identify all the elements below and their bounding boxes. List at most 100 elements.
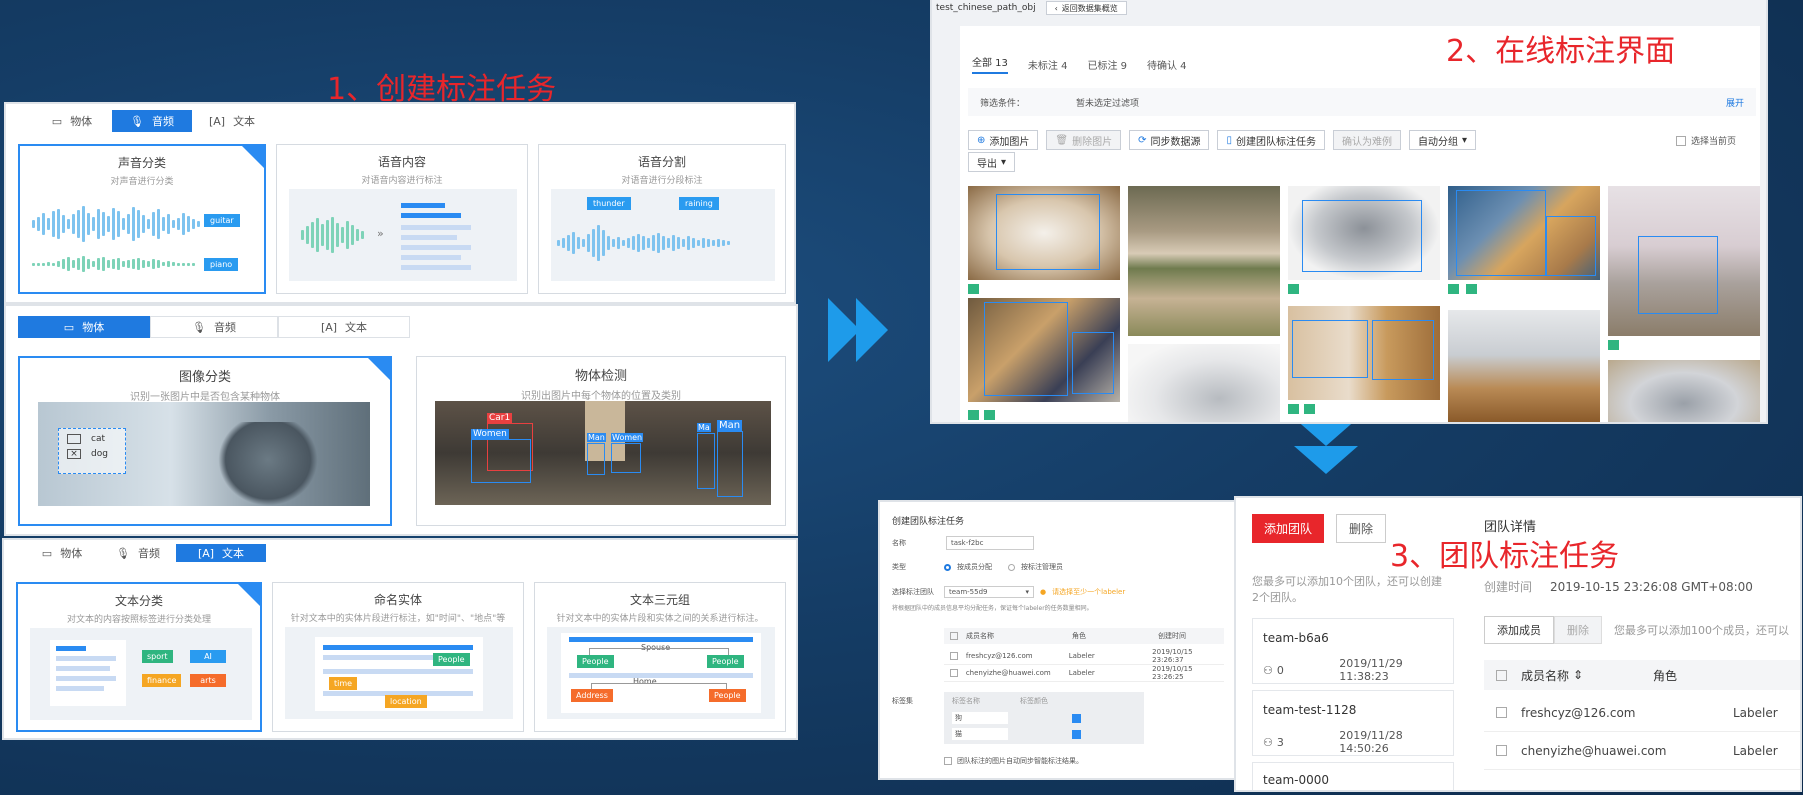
tag-cat	[1466, 284, 1477, 294]
radio-icon[interactable]	[944, 563, 951, 571]
tag-cat	[968, 284, 979, 294]
member-role: Labeler	[1068, 652, 1095, 660]
tab-object[interactable]: ▭ 物体	[24, 544, 100, 562]
tab-object[interactable]: ▭ 物体	[18, 316, 150, 338]
row-checkbox[interactable]	[1496, 707, 1507, 718]
card-text-triplet[interactable]: 文本三元组 针对文本中的实体片段和实体之间的关系进行标注。 Spouse Peo…	[534, 582, 786, 732]
tab-text[interactable]: [A] 文本	[176, 544, 266, 562]
delete-member-button[interactable]: 删除	[1554, 616, 1602, 644]
add-member-button[interactable]: 添加成员	[1484, 616, 1554, 644]
color-swatch[interactable]	[1072, 713, 1081, 723]
checkbox-icon[interactable]: ×	[67, 449, 81, 459]
audio-task-panel: ▭ 物体 🎙 音频 [A] 文本 声音分类 对声音进行分类 guitar piano …	[6, 104, 794, 302]
card-speech-segmentation[interactable]: 语音分割 对语音进行分段标注 thunder raining	[538, 144, 786, 294]
mic-icon: 🎙	[192, 320, 206, 334]
tab-to-confirm[interactable]: 待确认 4	[1147, 57, 1187, 72]
select-page-checkbox[interactable]	[1676, 135, 1686, 146]
image-thumb[interactable]	[968, 298, 1120, 402]
waveform-green	[32, 252, 195, 276]
row-checkbox[interactable]	[950, 669, 958, 677]
card-speech-content[interactable]: 语音内容 对语音内容进行标注 »	[276, 144, 528, 294]
filter-bar: 筛选条件： 暂未选定过滤项 展开	[968, 88, 1756, 116]
image-thumb[interactable]	[1608, 360, 1760, 422]
ner-preview: People time location	[285, 627, 513, 719]
card-title: 语音分割	[637, 155, 686, 169]
caret-down-icon: ▾	[1025, 588, 1029, 596]
chip-arts: arts	[190, 674, 226, 687]
card-sound-classification[interactable]: 声音分类 对声音进行分类 guitar piano	[18, 144, 266, 294]
tab-audio[interactable]: 🎙 音频	[100, 544, 176, 562]
export-dropdown[interactable]: 导出 ▾	[968, 152, 1016, 172]
team-card[interactable]: team-0000	[1252, 762, 1454, 790]
image-thumb[interactable]	[1288, 306, 1440, 400]
form-title: 创建团队标注任务	[892, 517, 965, 527]
sync-source-button[interactable]: ⟳ 同步数据源	[1129, 130, 1210, 150]
dataset-name: test_chinese_path_obj	[936, 3, 1036, 13]
name-input[interactable]: task-f2bc	[946, 536, 1034, 550]
image-thumb[interactable]	[1128, 344, 1280, 422]
tab-all[interactable]: 全部 13	[972, 54, 1008, 74]
member-table-header: 成员名称 ⇕ 角色	[1484, 660, 1800, 690]
tab-object[interactable]: ▭ 物体	[32, 110, 112, 132]
add-image-button[interactable]: ⊕ 添加图片	[968, 130, 1039, 150]
team-member-count: 3	[1276, 735, 1284, 749]
confirm-hard-button[interactable]: 确认为难例	[1333, 130, 1401, 150]
image-thumb[interactable]	[1448, 310, 1600, 422]
image-thumb[interactable]	[1608, 186, 1760, 336]
delete-image-button[interactable]: 🗑 删除图片	[1046, 130, 1122, 150]
radio-icon[interactable]	[1008, 563, 1015, 571]
arrow-down-icon	[1294, 418, 1358, 446]
team-card[interactable]: team-test-1128 ⚇ 3 2019/11/28 14:50:26	[1252, 690, 1454, 756]
team-card[interactable]: team-b6a6 ⚇ 0 2019/11/29 11:38:23	[1252, 618, 1454, 684]
tab-audio[interactable]: 🎙 音频	[150, 316, 278, 338]
card-title: 图像分类	[178, 370, 231, 385]
chip-location: location	[385, 695, 427, 708]
tag-dog	[1608, 340, 1619, 350]
member-hint: 您最多可以添加100个成员，还可以	[1614, 624, 1789, 637]
label-piano: piano	[204, 258, 239, 271]
image-thumb[interactable]	[968, 186, 1120, 280]
image-thumb[interactable]	[1288, 186, 1440, 280]
chip-people: People	[433, 653, 470, 666]
card-title: 物体检测	[574, 369, 627, 384]
text-icon: [A]	[320, 320, 338, 334]
tab-unlabeled[interactable]: 未标注 4	[1028, 57, 1068, 72]
add-team-button[interactable]: 添加团队	[1252, 514, 1325, 543]
member-role: Labeler	[1068, 669, 1095, 677]
tag-dog	[1288, 404, 1299, 414]
card-image-classification[interactable]: 图像分类 识别一张图片中是否包含某种物体 cat × dog	[18, 356, 392, 526]
team-member-count: 0	[1276, 663, 1284, 677]
checkbox-icon[interactable]	[67, 434, 81, 444]
option-box: cat × dog	[58, 428, 126, 474]
create-team-task-button[interactable]: ▯ 创建团队标注任务	[1217, 130, 1325, 150]
image-icon: ▭	[51, 114, 63, 128]
tab-audio[interactable]: 🎙 音频	[111, 110, 193, 132]
team-name: team-test-1128	[1263, 703, 1357, 717]
image-thumb[interactable]	[1448, 186, 1600, 280]
sync-checkbox[interactable]	[944, 757, 952, 765]
tab-text[interactable]: [A] 文本	[192, 110, 272, 132]
tab-text[interactable]: [A] 文本	[278, 316, 410, 338]
sort-icon[interactable]: ⇕	[1573, 668, 1653, 682]
expand-link[interactable]: 展开	[1726, 96, 1744, 109]
select-all-checkbox[interactable]	[950, 632, 958, 640]
tab-labeled[interactable]: 已标注 9	[1087, 57, 1127, 72]
row-checkbox[interactable]	[1496, 745, 1507, 756]
row-checkbox[interactable]	[950, 652, 958, 660]
sync-icon: ⟳	[1138, 134, 1147, 146]
sync-checkbox-label: 团队标注的图片自动同步智能标注结果。	[957, 757, 1083, 765]
image-thumb[interactable]	[1128, 186, 1280, 336]
team-select[interactable]: team-55d9 ▾	[944, 586, 1034, 598]
card-named-entity[interactable]: 命名实体 针对文本中的实体片段进行标注，如"时间"、"地点"等 People t…	[272, 582, 524, 732]
color-swatch[interactable]	[1072, 729, 1081, 739]
back-button[interactable]: ‹ 返回数据集概览	[1045, 1, 1127, 15]
auto-group-dropdown[interactable]: 自动分组 ▾	[1409, 130, 1477, 150]
text-task-panel: ▭ 物体 🎙 音频 [A] 文本 文本分类 对文本的内容按照标签进行分类处理 spor…	[4, 540, 796, 738]
select-all-checkbox[interactable]	[1496, 669, 1507, 681]
tab-audio-label: 音频	[137, 547, 160, 560]
card-text-classification[interactable]: 文本分类 对文本的内容按照标签进行分类处理 sport AI finance a…	[16, 582, 262, 732]
delete-team-button[interactable]: 删除	[1336, 514, 1387, 543]
table-row: freshcyz@126.com Labeler 2019/10/15 23:26:…	[944, 648, 1224, 665]
card-object-detection[interactable]: 物体检测 识别出图片中每个物体的位置及类别 Car1 Women Man Wom…	[416, 356, 786, 526]
text-icon: [A]	[208, 114, 226, 128]
